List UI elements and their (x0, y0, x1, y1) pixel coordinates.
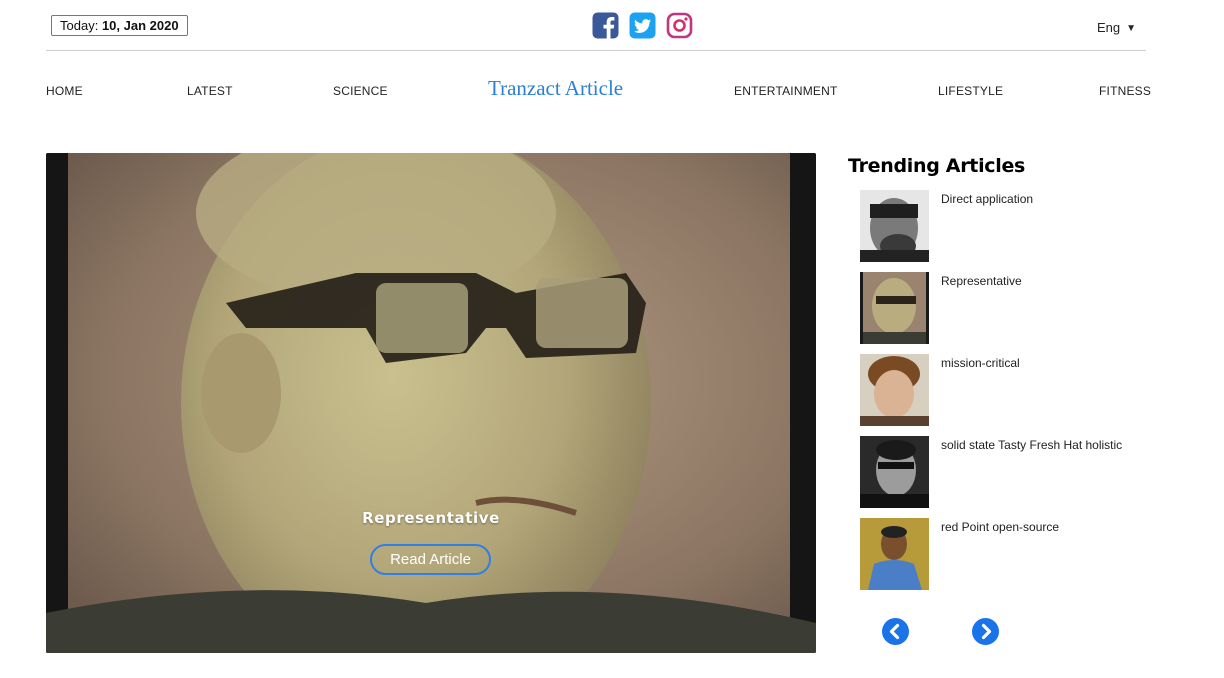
trending-item[interactable]: Representative (860, 272, 1180, 344)
trending-thumbnail (860, 354, 929, 426)
trending-title: red Point open-source (941, 520, 1060, 534)
trending-item[interactable]: solid state Tasty Fresh Hat holistic (860, 436, 1180, 508)
hero-title: Representative (362, 509, 500, 527)
nav-lifestyle[interactable]: LIFESTYLE (938, 84, 1003, 98)
next-button[interactable] (972, 618, 999, 645)
chevron-right-icon (981, 623, 992, 640)
trending-item[interactable]: red Point open-source (860, 518, 1180, 590)
trending-title: Direct application (941, 192, 1034, 206)
caret-down-icon: ▼ (1126, 23, 1136, 34)
chevron-left-icon (889, 623, 900, 640)
date-prefix: Today: (60, 18, 99, 33)
facebook-icon[interactable] (592, 12, 619, 39)
trending-heading: Trending Articles (848, 155, 1026, 177)
trending-thumbnail (860, 272, 929, 344)
main-nav: HOME LATEST SCIENCE Tranzact Article ENT… (46, 76, 1151, 106)
date-badge: Today: 10, Jan 2020 (51, 15, 188, 36)
instagram-icon[interactable] (666, 12, 693, 39)
trending-thumbnail (860, 436, 929, 508)
site-brand[interactable]: Tranzact Article (488, 76, 623, 101)
previous-button[interactable] (882, 618, 909, 645)
nav-entertainment[interactable]: ENTERTAINMENT (734, 84, 838, 98)
hero-banner[interactable]: Representative Read Article (46, 153, 816, 653)
nav-science[interactable]: SCIENCE (333, 84, 388, 98)
nav-home[interactable]: HOME (46, 84, 83, 98)
social-links (592, 12, 693, 39)
language-label: Eng (1096, 20, 1121, 35)
trending-item[interactable]: mission-critical (860, 354, 1180, 426)
read-article-button[interactable]: Read Article (370, 544, 491, 575)
hero-image (46, 153, 816, 653)
trending-title: solid state Tasty Fresh Hat holistic (941, 438, 1123, 452)
trending-thumbnail (860, 518, 929, 590)
date-value: 10, Jan 2020 (101, 18, 179, 33)
trending-item[interactable]: Direct application (860, 190, 1180, 262)
top-bar: Today: 10, Jan 2020 Eng ▼ (46, 10, 1146, 51)
trending-section: Trending Articles Direct application Rep… (848, 155, 1178, 645)
twitter-icon[interactable] (629, 12, 656, 39)
nav-latest[interactable]: LATEST (187, 84, 233, 98)
trending-title: Representative (941, 274, 1022, 288)
nav-fitness[interactable]: FITNESS (1099, 84, 1151, 98)
language-selector[interactable]: Eng ▼ (1097, 20, 1136, 35)
trending-title: mission-critical (941, 356, 1020, 370)
trending-thumbnail (860, 190, 929, 262)
